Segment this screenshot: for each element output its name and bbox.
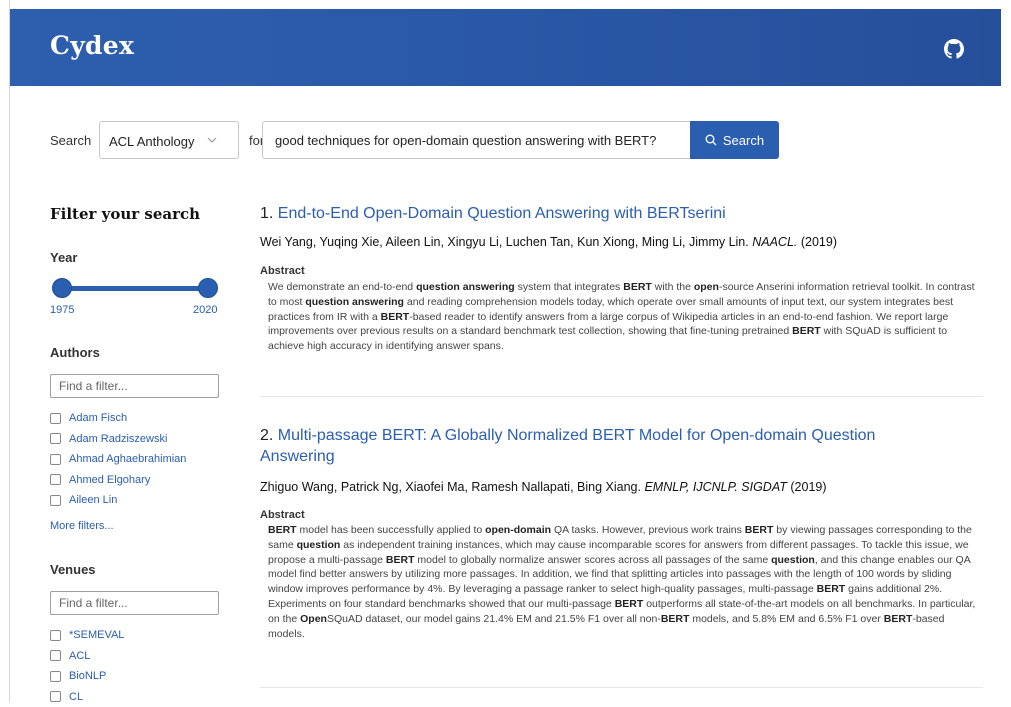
author-name[interactable]: Aileen Lin [69,494,117,506]
slider-handle-min[interactable] [52,278,72,298]
checkbox[interactable] [50,433,61,444]
search-button[interactable]: Search [690,121,779,159]
year-max: 2020 [193,304,217,316]
year-label: Year [50,250,77,265]
search-button-label: Search [723,133,764,148]
venue-name[interactable]: CL [69,691,83,703]
author-filter-item[interactable]: Aileen Lin [50,490,186,511]
venue-filter-item[interactable]: BioNLP [50,666,124,687]
venues-filter-input[interactable] [50,591,219,615]
result-divider [260,396,983,397]
result-index: 2. [260,427,273,444]
checkbox[interactable] [50,474,61,485]
year-min: 1975 [50,304,74,316]
authors-list: Adam Fisch Adam Radziszewski Ahmad Aghae… [50,408,186,511]
author-filter-item[interactable]: Adam Fisch [50,408,186,429]
collection-select[interactable]: ACL Anthology [99,121,239,159]
app-logo[interactable]: Cydex [50,31,134,60]
checkbox[interactable] [50,671,61,682]
abstract-text: We demonstrate an end-to-end question an… [268,280,983,354]
venue-name[interactable]: ACL [69,650,90,662]
venues-label: Venues [50,562,96,577]
venue: NAACL. [752,235,797,249]
checkbox[interactable] [50,630,61,641]
abstract-label: Abstract [260,265,305,277]
chevron-down-icon [207,135,217,145]
checkbox[interactable] [50,495,61,506]
filter-title: Filter your search [50,205,200,223]
year: (2019) [790,480,826,494]
search-bar: Search ACL Anthology for Search [10,121,1001,161]
authors-filter-input[interactable] [50,374,219,398]
result-authors: Wei Yang, Yuqing Xie, Aileen Lin, Xingyu… [260,235,837,249]
slider-handle-max[interactable] [198,278,218,298]
checkbox[interactable] [50,650,61,661]
checkbox[interactable] [50,454,61,465]
author-list: Zhiguo Wang, Patrick Ng, Xiaofei Ma, Ram… [260,480,641,494]
venue-name[interactable]: *SEMEVAL [69,629,124,641]
abstract-label: Abstract [260,509,305,521]
year: (2019) [801,235,837,249]
authors-label: Authors [50,345,100,360]
author-name[interactable]: Ahmed Elgohary [69,474,150,486]
github-icon[interactable] [944,39,964,59]
abstract-text: BERT model has been successfully applied… [268,523,983,641]
result-title-link[interactable]: End-to-End Open-Domain Question Answerin… [278,205,726,222]
result-authors: Zhiguo Wang, Patrick Ng, Xiaofei Ma, Ram… [260,480,827,494]
venues-list: *SEMEVAL ACL BioNLP CL [50,625,124,707]
query-input[interactable] [262,121,700,159]
author-filter-item[interactable]: Adam Radziszewski [50,429,186,450]
result-title-link[interactable]: Multi-passage BERT: A Globally Normalize… [260,427,875,465]
author-filter-item[interactable]: Ahmed Elgohary [50,470,186,491]
search-icon [705,134,717,146]
slider-track [60,286,211,291]
collection-value: ACL Anthology [109,134,195,149]
checkbox[interactable] [50,413,61,424]
result-title[interactable]: 1. End-to-End Open-Domain Question Answe… [260,203,726,224]
result-index: 1. [260,205,273,222]
author-filter-item[interactable]: Ahmad Aghaebrahimian [50,449,186,470]
venue-name[interactable]: BioNLP [69,670,106,682]
author-name[interactable]: Adam Radziszewski [69,433,167,445]
venue-filter-item[interactable]: *SEMEVAL [50,625,124,646]
venue-filter-item[interactable]: CL [50,687,124,707]
search-label: Search [50,133,91,148]
venue: EMNLP, IJCNLP. SIGDAT [644,480,786,494]
venue-filter-item[interactable]: ACL [50,646,124,667]
result-title[interactable]: 2. Multi-passage BERT: A Globally Normal… [260,425,940,467]
checkbox[interactable] [50,691,61,702]
more-filters-link[interactable]: More filters... [50,520,114,532]
author-name[interactable]: Ahmad Aghaebrahimian [69,453,186,465]
result-divider [260,687,983,688]
year-range-slider[interactable] [52,278,219,300]
window-edge [0,0,10,702]
author-list: Wei Yang, Yuqing Xie, Aileen Lin, Xingyu… [260,235,749,249]
app-header: Cydex [10,9,1001,86]
author-name[interactable]: Adam Fisch [69,412,127,424]
